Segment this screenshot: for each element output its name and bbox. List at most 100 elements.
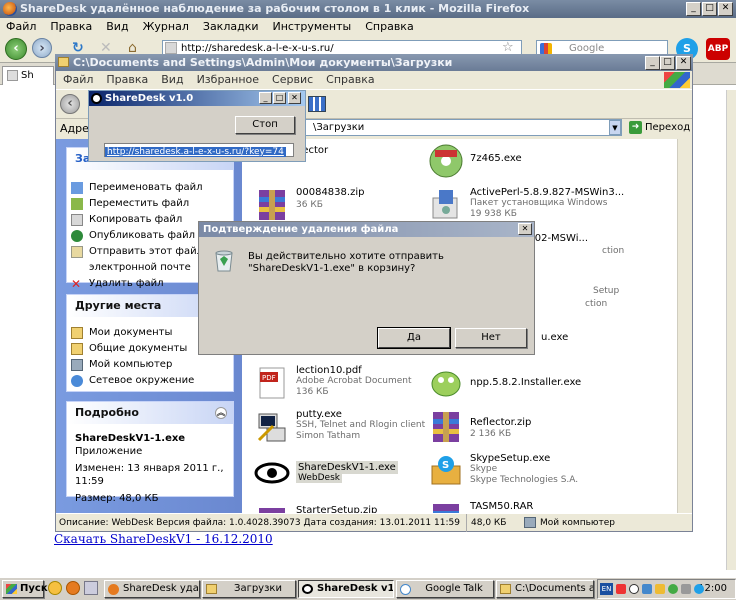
no-button[interactable]: Нет [455,328,527,348]
ex-menu-file[interactable]: Файл [63,73,93,86]
tray-red-icon[interactable] [616,584,626,594]
address-value: \Загрузки [313,122,365,133]
messenger-icon[interactable] [48,581,62,595]
file-item[interactable]: TASM50.RAR [428,495,628,513]
file-item[interactable]: Reflector.zip 2 136 КБ [428,407,628,447]
confirm-close-button[interactable]: ✕ [518,223,532,235]
taskbar-google-talk[interactable]: Google Talk [396,580,494,598]
file-item-selected[interactable]: ShareDeskV1-1.exe WebDesk [254,453,454,493]
details-modified: Изменен: 13 января 2011 г., 11:59 [75,463,224,487]
notepadpp-icon [428,365,464,401]
menu-edit[interactable]: Правка [50,20,92,33]
menu-view[interactable]: Вид [106,20,128,33]
language-indicator[interactable]: EN [600,583,613,595]
tray-shield-icon[interactable] [655,584,665,594]
bookmark-star-icon[interactable]: ☆ [502,40,514,55]
tray-eye-icon[interactable] [629,584,639,594]
page-scrollbar[interactable] [726,90,736,570]
tray-talk-icon[interactable] [668,584,678,594]
details-panel: Подробно ︽ ShareDeskV1-1.exe Приложение И… [66,401,234,504]
explorer-maximize-button[interactable]: □ [660,56,675,70]
download-link[interactable]: Скачать ShareDeskV1 - 16.12.2010 [54,532,273,546]
firefox-quicklaunch-icon[interactable] [66,581,80,595]
ex-menu-edit[interactable]: Правка [106,73,148,86]
taskbar-sharedesk[interactable]: ShareDesk v1.0 [298,580,394,598]
taskbar-label: C:\Documents a... [515,583,593,594]
explorer-title: C:\Documents and Settings\Admin\Мои доку… [73,56,453,69]
file-item[interactable]: putty.exe SSH, Telnet and Rlogin client … [254,407,454,447]
start-button[interactable]: Пуск [2,580,48,598]
windows-logo-icon [664,72,690,88]
place-network[interactable]: Сетевое окружение [67,373,233,389]
system-tray: EN 12:00 [597,579,736,599]
status-size: 48,0 КБ [466,514,506,532]
file-item[interactable]: S SkypeSetup.exe Skype Skype Technologie… [428,451,628,491]
eye-icon [254,455,290,491]
skype-setup-icon: S [428,453,464,489]
explorer-close-button[interactable]: ✕ [676,56,691,70]
partial-text: ction [585,299,608,309]
file-item[interactable]: 7z465.exe [428,141,628,181]
search-placeholder: Google [569,43,605,54]
confirm-message: Вы действительно хотите отправить "Share… [248,251,444,274]
task-move[interactable]: Переместить файл [67,196,233,212]
menu-help[interactable]: Справка [365,20,413,33]
talk-bubble-icon [400,584,411,595]
tray-network-icon[interactable] [642,584,652,594]
tab-sharedesk[interactable]: Sh [2,66,54,85]
adblock-icon[interactable]: ABP [706,38,730,60]
file-item[interactable]: ActivePerl-5.8.9.827-MSWin3... Пакет уст… [428,185,628,225]
sharedesk-eye-icon [302,584,313,594]
sharedesk-close-button[interactable]: ✕ [288,92,301,104]
address-dropdown-icon[interactable]: ▼ [609,120,621,135]
explorer-minimize-button[interactable]: _ [645,56,660,70]
minimize-button[interactable]: _ [686,2,701,16]
sharedesk-maximize-button[interactable]: □ [273,92,286,104]
confirm-title-bar: Подтверждение удаления файла [199,222,534,237]
place-my-computer[interactable]: Мой компьютер [67,357,233,373]
app-quicklaunch-icon[interactable] [84,581,98,595]
menu-tools[interactable]: Инструменты [273,20,352,33]
close-button[interactable]: ✕ [718,2,733,16]
ex-menu-favorites[interactable]: Избранное [197,73,259,86]
firefox-menu-bar: Файл Правка Вид Журнал Закладки Инструменты Сп… [0,18,736,35]
explorer-back-button[interactable]: ‹ [60,94,80,114]
sharedesk-minimize-button[interactable]: _ [259,92,272,104]
installer-package-icon [428,187,464,223]
stop-button[interactable]: Стоп [235,116,295,134]
windows-logo-icon [6,584,17,594]
go-button[interactable]: ➜ Переход [627,119,690,136]
menu-history[interactable]: Журнал [143,20,189,33]
taskbar-downloads[interactable]: Загрузки [202,580,296,598]
file-item[interactable]: npp.5.8.2.Installer.exe [428,363,628,403]
svg-text:S: S [442,460,449,471]
taskbar-firefox[interactable]: ShareDesk удал... [104,580,200,598]
back-button[interactable]: ‹ [5,38,27,60]
taskbar-explorer[interactable]: C:\Documents a... [496,580,594,598]
file-item[interactable]: 00084838.zip 36 КБ [254,185,454,225]
file-item[interactable]: PDF lection10.pdf Adobe Acrobat Document… [254,363,454,403]
tray-skype-icon[interactable] [694,584,704,594]
collapse-chevron-icon[interactable]: ︽ [215,407,227,419]
ex-menu-view[interactable]: Вид [161,73,183,86]
explorer-title-bar: C:\Documents and Settings\Admin\Мои доку… [55,54,693,71]
view-mode-icon[interactable] [308,96,326,112]
details-header[interactable]: Подробно ︽ [67,402,233,424]
file-item[interactable]: StarterSetup.zip [254,499,454,513]
tray-volume-icon[interactable] [681,584,691,594]
share-link-field[interactable]: http://sharedesk.a-l-e-x-u-s.ru/?key=74 [104,143,294,157]
maximize-button[interactable]: □ [702,2,717,16]
forward-button[interactable]: › [32,38,52,58]
task-rename[interactable]: Переименовать файл [67,180,233,196]
winrar-archive-icon [254,187,290,223]
7zip-disc-icon [428,143,464,179]
menu-bookmarks[interactable]: Закладки [203,20,259,33]
share-link: http://sharedesk.a-l-e-x-u-s.ru/?key=74 [105,147,286,157]
yes-button[interactable]: Да [377,327,451,349]
file-list-scrollbar[interactable] [677,139,692,513]
network-icon [71,375,83,387]
ex-menu-tools[interactable]: Сервис [272,73,313,86]
ex-menu-help[interactable]: Справка [326,73,374,86]
folder-icon [71,343,83,355]
menu-file[interactable]: Файл [6,20,36,33]
